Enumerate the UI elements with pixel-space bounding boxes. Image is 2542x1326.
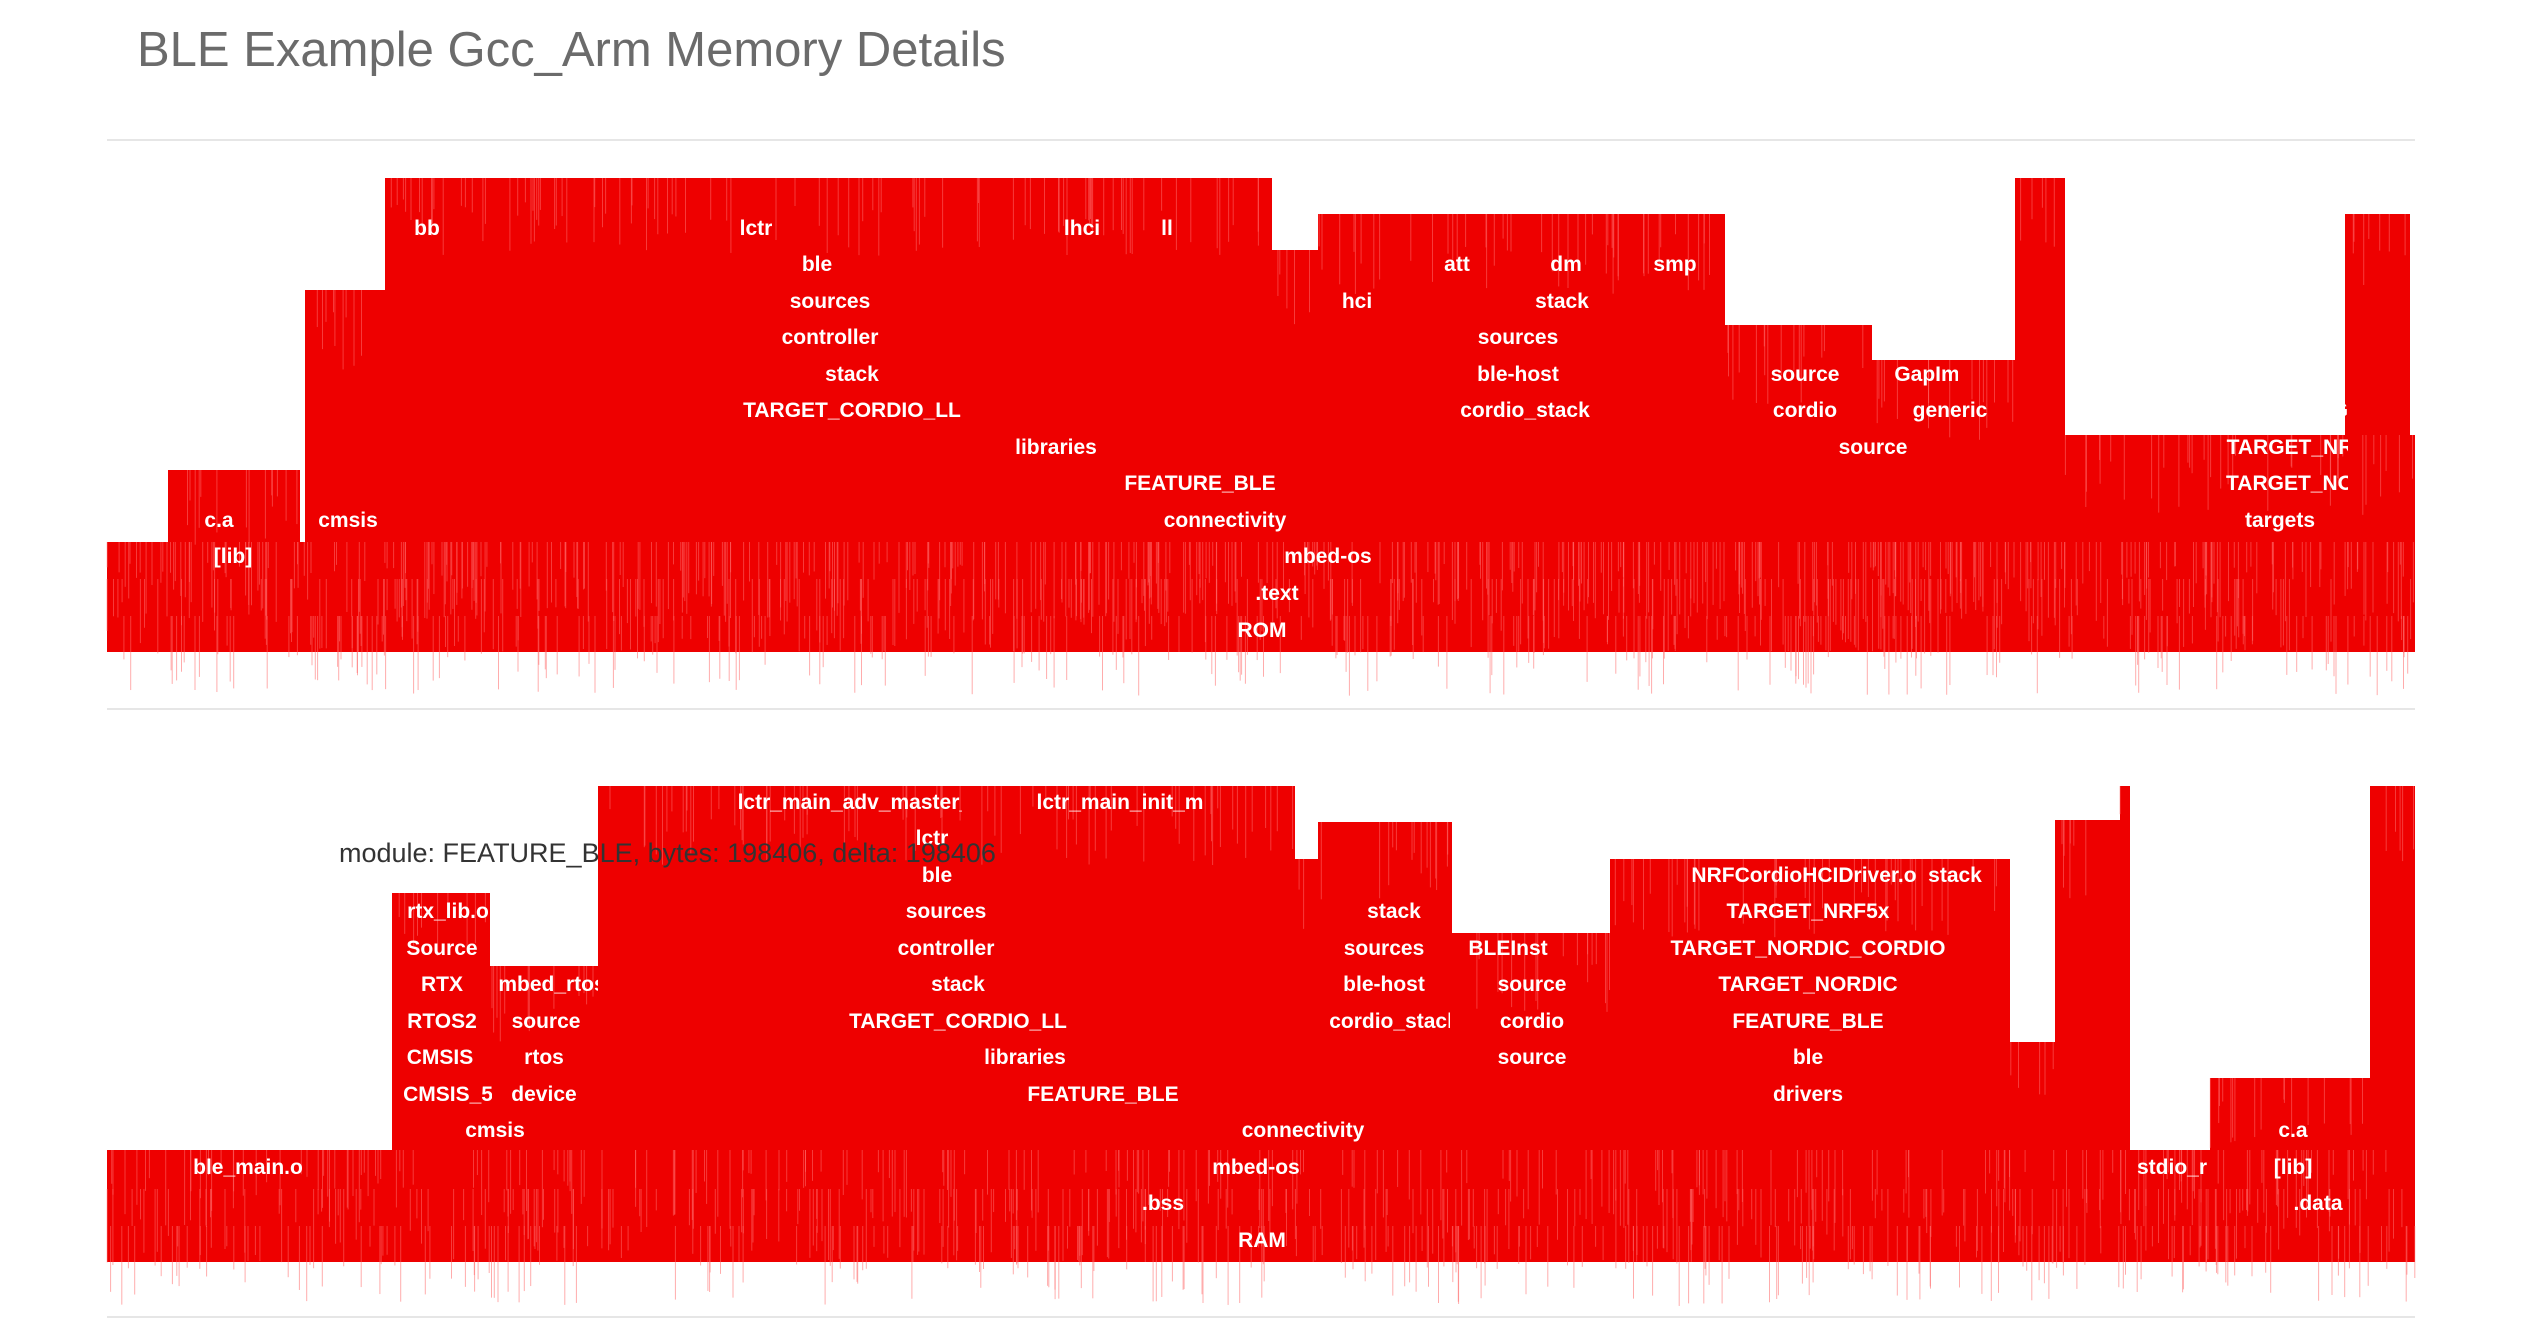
ram-block-7[interactable] [1318,822,1452,1262]
ram-label: RTX [421,973,463,996]
ram-label: source [512,1010,581,1033]
ram-label: source [1498,1046,1567,1069]
ram-label: controller [898,937,995,960]
ram-label: TARGET_NORDIC [1718,973,1897,996]
ram-label: mbed-os [1212,1156,1300,1179]
ram-label: rtx_lib.o [407,900,489,923]
ram-label: lctr_main_init_m [1037,791,1204,814]
ram-label: BLEInst [1468,937,1547,960]
ram-label: ble [1793,1046,1823,1069]
divider-bottom [107,1316,2415,1318]
ram-label: device [511,1083,576,1106]
ram-label: TARGET_CORDIO_LL [849,1010,1067,1033]
ram-label: FEATURE_BLE [1732,1010,1883,1033]
ram-label: stack [1367,900,1421,923]
ram-label: c.a [2278,1119,2308,1142]
ram-flame-svg: RAM .bss .data mbed-os ble_main.o stdio_r [lib… [106,786,2416,1306]
ram-label: .bss [1142,1192,1184,1215]
ram-label: TARGET_NRF5x [1727,900,1890,923]
ram-block-11[interactable] [2055,820,2120,1262]
ram-label: TARGET_NORDIC_CORDIO [1671,937,1946,960]
ram-label: stdio_r [2137,1156,2207,1179]
ram-label: cmsis [465,1119,525,1142]
ram-label: cordio [1500,1010,1564,1033]
ram-label: sources [1344,937,1425,960]
ram-label: source [1498,973,1567,996]
ram-label: cordio_stack [1329,1010,1459,1033]
ram-block-6[interactable] [1295,859,1318,1262]
ram-label: FEATURE_BLE [1027,1083,1178,1106]
ram-label: stack [931,973,985,996]
ram-label: mbed_rtos [498,973,605,996]
ram-label: sources [1915,827,1996,850]
ram-flame-chart: RAM .bss .data mbed-os ble_main.o stdio_r [lib… [0,0,2542,1306]
ram-label: rtos [524,1046,564,1069]
hover-tooltip: module: FEATURE_BLE, bytes: 198406, delt… [339,838,996,868]
ram-label: ble-host [1343,973,1425,996]
ram-label: libraries [984,1046,1066,1069]
ram-label: CMSIS [407,1046,474,1069]
ram-label: .data [2293,1192,2342,1215]
ram-label: ble_main.o [193,1156,303,1179]
ram-label: NRFCordioHCIDriver.o [1691,864,1916,887]
ram-label: connectivity [1242,1119,1365,1142]
ram-label: sources [906,900,987,923]
ram-label: RTOS2 [407,1010,477,1033]
ram-label: Source [406,937,477,960]
ram-label: [lib] [2274,1156,2312,1179]
ram-block-15[interactable] [2370,786,2415,1262]
ram-label: drivers [1773,1083,1843,1106]
ram-label: CMSIS_5 [403,1083,493,1106]
ram-label: lctr_main_adv_master_ae [738,791,995,814]
ram-label: stack [1928,864,1982,887]
ram-label: RAM [1238,1229,1286,1252]
